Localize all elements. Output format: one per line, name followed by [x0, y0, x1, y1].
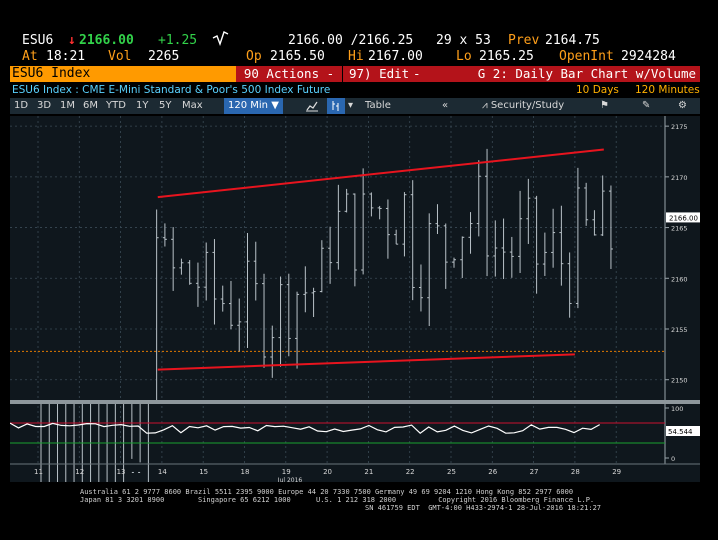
y-tick-label: 2150: [671, 377, 688, 385]
back-icon[interactable]: «: [442, 98, 448, 114]
x-tick-label: 12: [75, 468, 84, 476]
price-chart: 2175 2170 2165 2160 2155 2150 2166.00 100 0 54.54…: [10, 116, 700, 482]
settings-gear-icon[interactable]: ⚙: [678, 98, 687, 114]
actions-menu-button[interactable]: 90 Actions -: [236, 66, 342, 82]
table-button[interactable]: Table: [365, 98, 391, 114]
interval-select[interactable]: 120 Min ▼: [224, 98, 283, 114]
x-tick-label: 11: [34, 468, 43, 476]
study-icon: ⩘: [482, 100, 488, 111]
range-button-1y[interactable]: 1Y: [136, 98, 148, 114]
chart-toolbar: 1D 3D 1M 6M YTD 1Y 5Y Max 120 Min ▼ ▾ Table « ⩘…: [10, 98, 700, 114]
chart-type-dropdown-icon[interactable]: ▾: [348, 98, 353, 114]
last-price: 2166.00: [79, 33, 134, 48]
sparkline-icon: [212, 30, 230, 47]
lower-trendline: [157, 353, 575, 371]
ticker-label: ESU6: [22, 33, 53, 48]
y-tick-label: 2155: [671, 326, 688, 334]
range-button-3d[interactable]: 3D: [37, 98, 51, 114]
op-label: Op: [246, 49, 262, 64]
x-tick-label: 19: [282, 468, 291, 476]
range-interval: 120 Minutes: [635, 84, 700, 96]
y-tick-label: 2160: [671, 275, 688, 283]
last-time: 18:21: [46, 49, 86, 64]
x-tick-label: 29: [612, 468, 621, 476]
osc-tick-label: 0: [671, 455, 675, 463]
range-days: 10 Days: [576, 84, 619, 96]
line-chart-icon[interactable]: [306, 100, 318, 112]
low-value: 2165.25: [479, 49, 534, 64]
panel-divider: [10, 400, 700, 404]
open-interest-label: OpenInt: [559, 49, 614, 64]
footer-contacts-2: Japan 81 3 3201 8900 Singapore 65 6212 1…: [80, 496, 595, 504]
down-arrow-icon: ↓: [68, 33, 76, 48]
osc-tick-label: 100: [671, 405, 683, 413]
range-button-5y[interactable]: 5Y: [159, 98, 171, 114]
range-button-1d[interactable]: 1D: [14, 98, 28, 114]
upper-trendline: [157, 148, 604, 199]
prev-value: 2164.75: [545, 33, 600, 48]
open-value: 2165.50: [270, 49, 325, 64]
x-tick-label: 14: [158, 468, 167, 476]
oscillator-value-label: 54.544: [668, 428, 693, 436]
chart-panel: 2175 2170 2165 2160 2155 2150 2166.00 100 0 54.54…: [10, 116, 700, 482]
y-tick-label: 2170: [671, 174, 688, 182]
y-tick-label: 2165: [671, 225, 688, 233]
hi-label: Hi: [348, 49, 364, 64]
net-change: +1.25: [158, 33, 198, 48]
edit-icon[interactable]: ✎: [642, 98, 650, 114]
high-value: 2167.00: [368, 49, 423, 64]
quote-header: ESU6 ↓ 2166.00 +1.25 2166.00 /2166.25 29…: [0, 0, 718, 64]
x-tick-label: 18: [241, 468, 250, 476]
volume: 2265: [148, 49, 180, 64]
x-tick-label: 28: [571, 468, 580, 476]
x-tick-label: 21: [364, 468, 373, 476]
function-bar: ESU6 Index 90 Actions - 97) Edit - G 2: D…: [10, 66, 700, 82]
x-tick-label: 13: [117, 468, 126, 476]
edit-dropdown-icon: -: [413, 66, 421, 81]
security-description: ESU6 Index : CME E-Mini Standard & Poor'…: [12, 84, 331, 96]
footer-timestamp: SN 461759 EDT GMT-4:00 H433-2974-1 28-Ju…: [365, 504, 602, 512]
range-button-1m[interactable]: 1M: [60, 98, 75, 114]
x-tick-label: 20: [323, 468, 332, 476]
range-button-6m[interactable]: 6M: [83, 98, 98, 114]
x-tick-label: 27: [530, 468, 539, 476]
chart-title-bar: G 2: Daily Bar Chart w/Volume: [432, 66, 700, 82]
footer-contacts-1: Australia 61 2 9777 8600 Brazil 5511 239…: [80, 488, 574, 496]
month-label: Jul 2016: [277, 477, 303, 482]
ticker: ESU6: [22, 33, 54, 48]
bid-ask: 2166.00 /2166.25: [288, 33, 414, 48]
security-study-button[interactable]: ⩘ Security/Study: [482, 98, 564, 114]
last-price-tag-label: 2166.00: [669, 214, 698, 222]
bar-chart-icon[interactable]: [327, 98, 345, 114]
x-tick-label: 26: [488, 468, 497, 476]
open-interest-value: 2924284: [621, 49, 676, 64]
y-tick-label: 2175: [671, 123, 688, 131]
x-tick-label: 15: [199, 468, 208, 476]
x-tick-label: 25: [447, 468, 456, 476]
at-label: At: [22, 49, 38, 64]
lo-label: Lo: [456, 49, 472, 64]
range-button-ytd[interactable]: YTD: [106, 98, 126, 114]
range-button-max[interactable]: Max: [182, 98, 203, 114]
edit-label: 97) Edit: [349, 66, 410, 81]
bid-ask-size: 29 x 53: [436, 33, 491, 48]
flag-icon[interactable]: ⚑: [600, 98, 609, 114]
security-field[interactable]: ESU6 Index: [10, 66, 238, 82]
x-tick-label: 22: [406, 468, 415, 476]
prev-label: Prev: [508, 33, 540, 48]
security-study-label: Security/Study: [490, 100, 565, 111]
vol-label: Vol: [108, 49, 132, 64]
edit-menu-button[interactable]: 97) Edit -: [343, 66, 435, 82]
